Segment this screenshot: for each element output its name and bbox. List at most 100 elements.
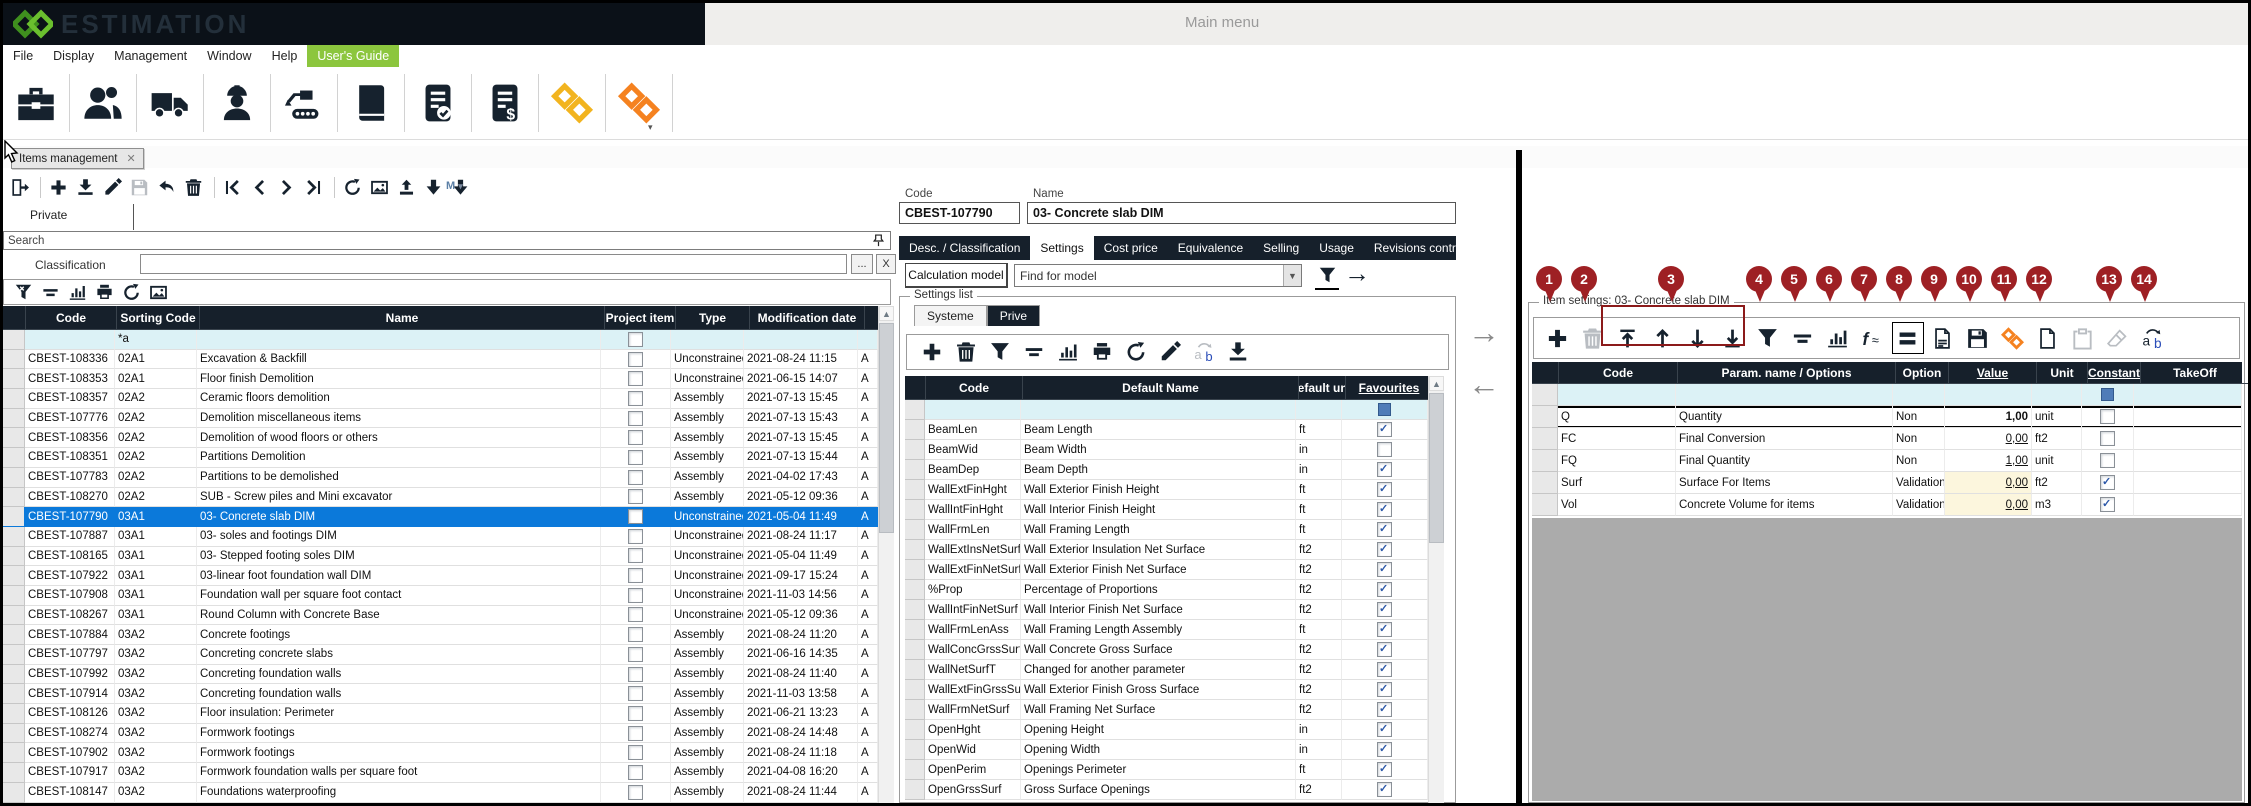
param-row[interactable]: FQ Final Quantity Non 1,00 unit [1532,450,2242,472]
row-header[interactable] [905,760,925,780]
project-item-checkbox[interactable] [628,568,643,583]
constant-checkbox[interactable] [2100,497,2115,512]
doc-dollar-icon[interactable]: $ [472,74,539,132]
favourite-checkbox[interactable] [1377,422,1392,437]
scrollbar-thumb[interactable] [879,323,894,533]
favourite-checkbox[interactable] [1377,662,1392,677]
project-item-checkbox[interactable] [628,706,643,721]
settings-row[interactable]: WallExtInsNetSurf Wall Exterior Insulati… [905,540,1428,560]
col-header-modification-date[interactable]: Modification date [750,306,865,330]
project-item-checkbox[interactable] [628,667,643,682]
menu-item[interactable]: Management [104,45,197,67]
toolbar-caret-down-icon[interactable]: ▾ [648,122,653,133]
favourite-checkbox[interactable] [1377,762,1392,777]
row-header[interactable] [3,724,25,744]
excavator-icon[interactable] [271,74,338,132]
model-funnel-icon[interactable] [1315,262,1339,290]
bars-icon[interactable] [40,282,61,303]
filter-name[interactable] [197,330,601,350]
favourite-checkbox[interactable] [1377,722,1392,737]
row-header[interactable] [905,500,925,520]
row-header[interactable] [3,665,25,685]
row-header[interactable] [905,600,925,620]
door-exit-icon[interactable] [9,177,30,198]
table-row[interactable]: CBEST-108147 03A2 Foundations waterproof… [3,783,878,803]
settings-row[interactable]: BeamLen Beam Length ft [905,420,1428,440]
row-header[interactable] [3,783,25,803]
table-row[interactable]: CBEST-107992 03A2 Concreting foundation … [3,665,878,685]
book-icon[interactable] [338,74,405,132]
project-item-checkbox[interactable] [628,529,643,544]
col-header-takeoff[interactable]: TakeOff [2141,362,2250,384]
project-item-checkbox[interactable] [628,411,643,426]
nav-next-icon[interactable] [276,177,297,198]
param-value[interactable]: 0,00 [2006,499,2028,511]
favourite-checkbox[interactable] [1377,682,1392,697]
refresh-icon[interactable] [121,282,142,303]
filter-code[interactable] [25,330,115,350]
undo-icon[interactable] [156,177,177,198]
favourite-checkbox[interactable] [1377,502,1392,517]
row-header[interactable] [905,420,925,440]
clipboard-icon[interactable] [2070,325,2096,351]
row-header[interactable] [905,540,925,560]
settings-row[interactable]: WallExtFinGrssSurf Wall Exterior Finish … [905,680,1428,700]
row-header[interactable] [3,763,25,783]
project-item-checkbox[interactable] [628,450,643,465]
settings-row[interactable]: OpenGrssSurf Gross Surface Openings ft2 [905,780,1428,800]
settings-table-scrollbar[interactable]: ▲ [1428,376,1444,803]
tray-down-icon[interactable] [1226,340,1250,364]
row-header[interactable] [3,389,25,409]
project-item-checkbox[interactable] [628,686,643,701]
printer-icon[interactable] [94,282,115,303]
row-header[interactable] [3,625,25,645]
detail-tab[interactable]: Settings [1030,236,1093,260]
settings-row[interactable]: BeamDep Beam Depth in [905,460,1428,480]
page-ruler-icon[interactable] [1930,325,1956,351]
col-header-sorting-code[interactable]: Sorting Code [117,306,200,330]
favourite-checkbox[interactable] [1377,482,1392,497]
detail-tab[interactable]: Cost price [1094,236,1168,260]
funnel-icon[interactable] [988,340,1012,364]
table-row[interactable]: CBEST-107790 03A1 03- Concrete slab DIM … [3,507,878,527]
chart-icon[interactable] [1056,340,1080,364]
project-item-checkbox[interactable] [628,647,643,662]
param-value[interactable]: 0,00 [2006,433,2028,445]
favourite-checkbox[interactable] [1377,742,1392,757]
diamond-orange-icon[interactable] [606,74,673,132]
refresh-icon[interactable] [1124,340,1148,364]
row-header[interactable] [3,468,25,488]
settings-row[interactable]: WallConcGrssSurf Wall Concrete Gross Sur… [905,640,1428,660]
row-header[interactable] [905,560,925,580]
table-row[interactable]: CBEST-107922 03A1 03-linear foot foundat… [3,566,878,586]
classification-browse-button[interactable]: ... [851,254,873,274]
tab-items-management[interactable]: Items management ✕ [11,148,144,169]
table-row[interactable]: CBEST-107902 03A2 Formwork footings Asse… [3,743,878,763]
row-header[interactable] [3,606,25,626]
col-header-code[interactable]: Code [1559,362,1678,384]
panel-divider[interactable] [1516,150,1522,803]
funnel-icon[interactable] [1755,325,1781,351]
col-header-project-item[interactable]: Project item [605,306,676,330]
fx-icon[interactable]: f≈ [1860,325,1886,351]
row-header[interactable] [1532,450,1558,472]
scroll-up-icon[interactable]: ▲ [1429,376,1444,391]
param-value[interactable]: 0,00 [2006,477,2028,489]
project-item-checkbox[interactable] [628,352,643,367]
row-header[interactable] [905,740,925,760]
classification-clear-button[interactable]: X [876,254,896,274]
printer-icon[interactable] [1090,340,1114,364]
refresh-icon[interactable] [334,177,363,198]
table-row[interactable]: CBEST-108126 03A2 Floor insulation: Peri… [3,704,878,724]
row-header[interactable] [3,684,25,704]
funnel-x-icon[interactable] [13,282,34,303]
settings-row[interactable]: OpenPerim Openings Perimeter ft [905,760,1428,780]
ab-icon[interactable]: ab [2140,325,2166,351]
plus-icon[interactable] [1545,325,1571,351]
table-row[interactable]: CBEST-108351 02A2 Partitions Demolition … [3,448,878,468]
favourite-checkbox[interactable] [1377,622,1392,637]
project-item-checkbox[interactable] [628,765,643,780]
filter-project-checkbox[interactable] [628,332,643,347]
row-header[interactable] [905,460,925,480]
scrollbar-thumb[interactable] [1429,393,1444,543]
